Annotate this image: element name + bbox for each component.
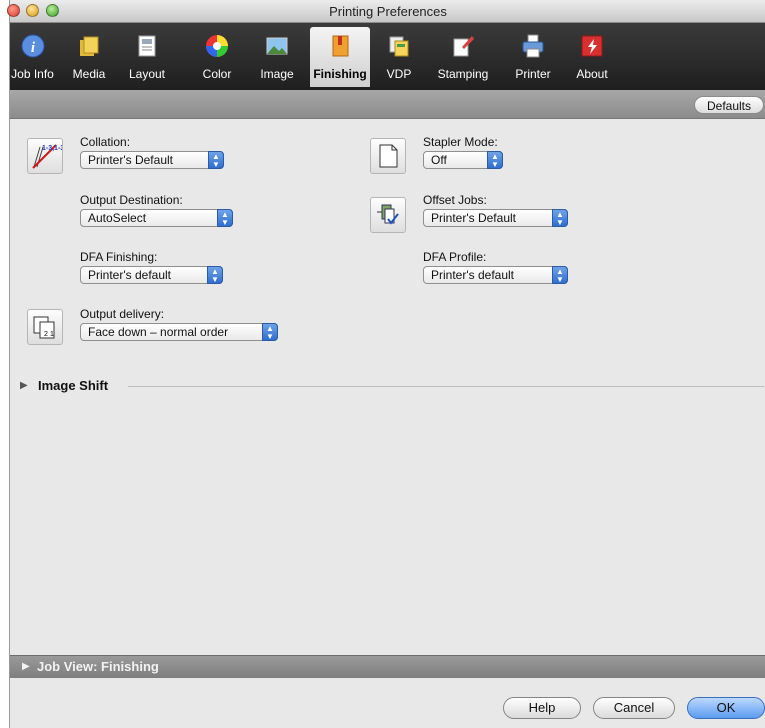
image-icon xyxy=(266,37,288,55)
job-view-bar[interactable]: ▶ Job View: Finishing xyxy=(10,655,765,678)
tab-color[interactable]: Color xyxy=(191,27,243,87)
dfa-finishing-label: DFA Finishing: xyxy=(80,250,158,264)
stamping-icon xyxy=(453,36,474,57)
tab-stamping[interactable]: Stamping xyxy=(432,27,494,87)
dfa-profile-value: Printer's default xyxy=(431,268,514,282)
vdp-icon xyxy=(389,36,409,57)
button-bar: Help Cancel OK xyxy=(10,678,765,728)
image-shift-title: Image Shift xyxy=(38,378,109,393)
finishing-panel: 1-3,1-3 Collation: Printer's Default ▲ ▼ … xyxy=(10,119,765,655)
svg-text:1: 1 xyxy=(50,331,54,338)
tab-label: Printer xyxy=(515,67,551,81)
offset-jobs-icon-box xyxy=(370,197,406,233)
help-button[interactable]: Help xyxy=(503,697,581,719)
tab-label: Color xyxy=(202,67,232,81)
popup-arrows-icon: ▲ ▼ xyxy=(262,323,278,341)
defaults-button[interactable]: Defaults xyxy=(694,96,764,114)
layout-icon xyxy=(138,35,156,57)
finishing-icon xyxy=(332,35,349,57)
stapler-mode-label: Stapler Mode: xyxy=(423,135,498,149)
title-bar: Printing Preferences xyxy=(7,0,765,23)
tab-job-info[interactable]: i Job Info xyxy=(11,27,54,87)
stapler-icon-box xyxy=(370,138,406,174)
output-delivery-select[interactable]: Face down – normal order ▲ ▼ xyxy=(80,323,278,341)
popup-arrows-icon: ▲ ▼ xyxy=(552,266,568,284)
collation-select[interactable]: Printer's Default ▲ ▼ xyxy=(80,151,224,169)
output-delivery-icon-box: 21 xyxy=(27,309,63,345)
disclosure-triangle-icon[interactable]: ▶ xyxy=(22,661,30,672)
tab-label: Image xyxy=(260,67,294,81)
output-delivery-label: Output delivery: xyxy=(80,307,165,321)
stapler-mode-select[interactable]: Off ▲ ▼ xyxy=(423,151,503,169)
collation-label: Collation: xyxy=(80,135,131,149)
popup-arrows-icon: ▲ ▼ xyxy=(487,151,503,169)
output-destination-label: Output Destination: xyxy=(80,193,183,207)
collation-icon-box: 1-3,1-3 xyxy=(27,138,64,174)
printing-preferences-window: Printing Preferences i Job Info Media La… xyxy=(7,0,765,728)
about-icon xyxy=(581,35,603,57)
tab-label: Finishing xyxy=(313,67,367,81)
dfa-profile-select[interactable]: Printer's default ▲ ▼ xyxy=(423,266,568,284)
dfa-profile-label: DFA Profile: xyxy=(423,250,487,264)
tab-label: Job Info xyxy=(11,67,54,81)
collation-icon: 1-3,1-3 xyxy=(32,144,64,169)
tab-finishing[interactable]: Finishing xyxy=(310,27,370,87)
tab-label: Stamping xyxy=(437,67,489,81)
tab-label: About xyxy=(576,67,608,81)
offset-jobs-value: Printer's Default xyxy=(431,211,516,225)
tab-image[interactable]: Image xyxy=(252,27,302,87)
window-title: Printing Preferences xyxy=(329,4,447,19)
popup-arrows-icon: ▲ ▼ xyxy=(552,209,568,227)
dfa-finishing-select[interactable]: Printer's default ▲ ▼ xyxy=(80,266,223,284)
section-divider xyxy=(128,386,764,387)
tab-label: Layout xyxy=(128,67,166,81)
offset-jobs-select[interactable]: Printer's Default ▲ ▼ xyxy=(423,209,568,227)
disclosure-triangle-icon[interactable]: ▶ xyxy=(20,380,28,391)
ok-button[interactable]: OK xyxy=(687,697,765,719)
popup-arrows-icon: ▲ ▼ xyxy=(208,151,224,169)
popup-arrows-icon: ▲ ▼ xyxy=(217,209,233,227)
printer-icon xyxy=(522,34,544,58)
page-icon xyxy=(379,144,398,168)
svg-text:1-3,1-3: 1-3,1-3 xyxy=(42,145,62,152)
tab-layout[interactable]: Layout xyxy=(122,27,172,87)
info-icon: i xyxy=(21,34,44,58)
tab-vdp[interactable]: VDP xyxy=(377,27,421,87)
tab-label: Media xyxy=(72,67,106,81)
output-delivery-value: Face down – normal order xyxy=(88,325,229,339)
tab-label: VDP xyxy=(386,67,412,81)
color-wheel-icon xyxy=(206,35,228,57)
tab-about[interactable]: About xyxy=(569,27,615,87)
tab-printer[interactable]: Printer xyxy=(505,27,561,87)
tab-media[interactable]: Media xyxy=(66,27,112,87)
output-destination-value: AutoSelect xyxy=(88,211,147,225)
stapler-mode-value: Off xyxy=(431,153,447,167)
image-shift-section[interactable]: ▶ Image Shift xyxy=(20,378,764,394)
collation-value: Printer's Default xyxy=(88,153,173,167)
svg-text:2: 2 xyxy=(44,331,48,338)
job-view-title: Job View: Finishing xyxy=(37,659,159,674)
offset-jobs-icon xyxy=(377,204,399,225)
media-icon xyxy=(80,36,99,56)
popup-arrows-icon: ▲ ▼ xyxy=(207,266,223,284)
cancel-button[interactable]: Cancel xyxy=(593,697,675,719)
options-strip: Defaults xyxy=(10,90,765,119)
toolbar: i Job Info Media Layout Color Image Fini… xyxy=(10,23,765,90)
offset-jobs-label: Offset Jobs: xyxy=(423,193,487,207)
output-destination-select[interactable]: AutoSelect ▲ ▼ xyxy=(80,209,233,227)
output-delivery-icon: 21 xyxy=(33,316,55,339)
dfa-finishing-value: Printer's default xyxy=(88,268,171,282)
